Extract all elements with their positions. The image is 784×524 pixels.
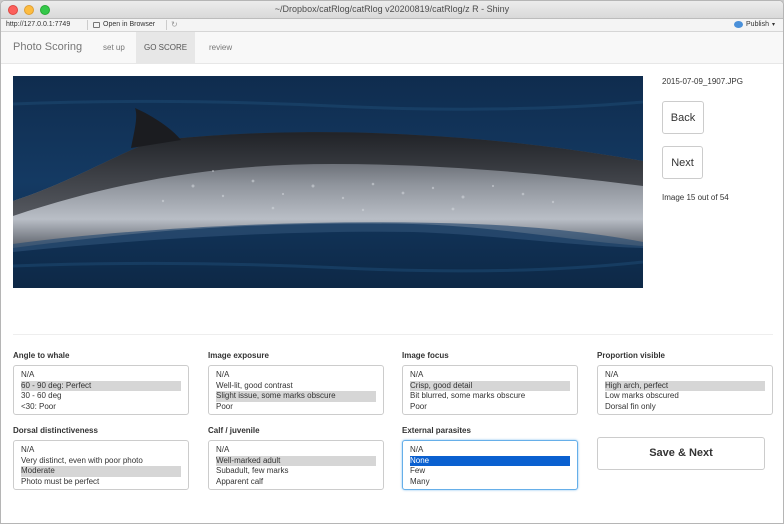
list-option-selected[interactable]: Crisp, good detail <box>410 380 570 391</box>
address-text: http://127.0.0.1:7749 <box>6 21 71 28</box>
open-in-browser-label: Open in Browser <box>103 21 156 28</box>
photo-sidebar: 2015-07-09_1907.JPG <box>662 77 743 86</box>
list-option[interactable]: Low marks obscured <box>605 391 765 402</box>
list-option[interactable]: Poor <box>216 402 376 413</box>
calf-listbox[interactable]: N/A Well-marked adult Subadult, few mark… <box>208 440 384 490</box>
next-button[interactable]: Next <box>662 146 703 179</box>
list-option[interactable]: N/A <box>410 370 570 381</box>
list-option-selected[interactable]: None <box>410 455 570 466</box>
publish-button[interactable]: Publish ▾ <box>734 21 775 28</box>
list-option[interactable]: Many <box>410 477 570 488</box>
angle-listbox[interactable]: N/A 60 - 90 deg: Perfect 30 - 60 deg <30… <box>13 365 189 415</box>
focus-listbox[interactable]: N/A Crisp, good detail Bit blurred, some… <box>402 365 578 415</box>
viewer-toolbar: http://127.0.0.1:7749 Open in Browser ↻ … <box>1 19 783 32</box>
proportion-listbox[interactable]: N/A High arch, perfect Low marks obscure… <box>597 365 773 415</box>
publish-label: Publish <box>746 21 769 28</box>
parasites-listbox[interactable]: N/A None Few Many <box>402 440 578 490</box>
back-button[interactable]: Back <box>662 101 704 134</box>
list-option[interactable]: Few <box>410 466 570 477</box>
list-option[interactable]: N/A <box>216 370 376 381</box>
list-option-selected[interactable]: Moderate <box>21 466 181 477</box>
field-image-focus: Image focus N/A Crisp, good detail Bit b… <box>402 351 578 415</box>
app-window: ~/Dropbox/catRlog/catRlog v20200819/catR… <box>0 0 784 524</box>
section-divider <box>13 334 773 335</box>
window-title: ~/Dropbox/catRlog/catRlog v20200819/catR… <box>274 4 510 14</box>
field-image-exposure: Image exposure N/A Well-lit, good contra… <box>208 351 384 415</box>
field-label: Angle to whale <box>13 351 70 360</box>
field-label: Proportion visible <box>597 351 666 360</box>
list-option[interactable]: Dorsal fin only <box>605 402 765 413</box>
list-option[interactable]: N/A <box>216 445 376 456</box>
field-label: Dorsal distinctiveness <box>13 426 98 435</box>
toolbar-divider <box>166 20 167 30</box>
list-option[interactable]: Photo must be perfect <box>21 477 181 488</box>
exposure-listbox[interactable]: N/A Well-lit, good contrast Slight issue… <box>208 365 384 415</box>
list-option[interactable]: Subadult, few marks <box>216 466 376 477</box>
field-proportion-visible: Proportion visible N/A High arch, perfec… <box>597 351 773 415</box>
save-and-next-button[interactable]: Save & Next <box>597 437 765 470</box>
list-option[interactable]: N/A <box>410 445 570 456</box>
whale-photo <box>13 76 643 288</box>
field-label: Calf / juvenile <box>208 426 260 435</box>
field-calf-juvenile: Calf / juvenile N/A Well-marked adult Su… <box>208 426 384 490</box>
field-label: Image focus <box>402 351 449 360</box>
navbar-brand[interactable]: Photo Scoring <box>13 41 82 53</box>
title-bar: ~/Dropbox/catRlog/catRlog v20200819/catR… <box>1 1 783 19</box>
open-in-browser-button[interactable]: Open in Browser <box>93 21 155 28</box>
list-option[interactable]: 30 - 60 deg <box>21 391 181 402</box>
chevron-down-icon: ▾ <box>771 22 775 28</box>
navbar: Photo Scoring set up GO SCORE review <box>1 32 783 64</box>
list-option-selected[interactable]: High arch, perfect <box>605 380 765 391</box>
photo-filename: 2015-07-09_1907.JPG <box>662 77 743 86</box>
list-option[interactable]: <30: Poor <box>21 402 181 413</box>
field-dorsal-distinctiveness: Dorsal distinctiveness N/A Very distinct… <box>13 426 189 490</box>
field-angle-to-whale: Angle to whale N/A 60 - 90 deg: Perfect … <box>13 351 189 415</box>
toolbar-divider <box>87 20 88 30</box>
list-option[interactable]: Well-lit, good contrast <box>216 381 376 392</box>
browser-icon <box>93 21 100 28</box>
main-panel: 2015-07-09_1907.JPG Back Next Image 15 o… <box>1 64 783 523</box>
list-option-selected[interactable]: Slight issue, some marks obscure <box>216 391 376 402</box>
image-counter: Image 15 out of 54 <box>662 193 729 202</box>
distinctiveness-listbox[interactable]: N/A Very distinct, even with poor photo … <box>13 440 189 490</box>
list-option-selected[interactable]: Well-marked adult <box>216 455 376 466</box>
field-label: Image exposure <box>208 351 269 360</box>
list-option[interactable]: Bit blurred, some marks obscure <box>410 391 570 402</box>
tab-go-score[interactable]: GO SCORE <box>136 32 196 64</box>
list-option-selected[interactable]: 60 - 90 deg: Perfect <box>21 380 181 391</box>
list-option[interactable]: N/A <box>21 370 181 381</box>
field-label: External parasites <box>402 426 471 435</box>
list-option[interactable]: Apparent calf <box>216 477 376 488</box>
list-option[interactable]: N/A <box>21 445 181 456</box>
publish-icon <box>734 21 744 28</box>
tab-set-up[interactable]: set up <box>95 32 133 64</box>
list-option[interactable]: Very distinct, even with poor photo <box>21 456 181 467</box>
refresh-icon[interactable]: ↻ <box>171 20 178 29</box>
list-option[interactable]: N/A <box>605 370 765 381</box>
field-external-parasites: External parasites N/A None Few Many <box>402 426 578 490</box>
tab-review[interactable]: review <box>201 32 240 64</box>
list-option[interactable]: Poor <box>410 402 570 413</box>
